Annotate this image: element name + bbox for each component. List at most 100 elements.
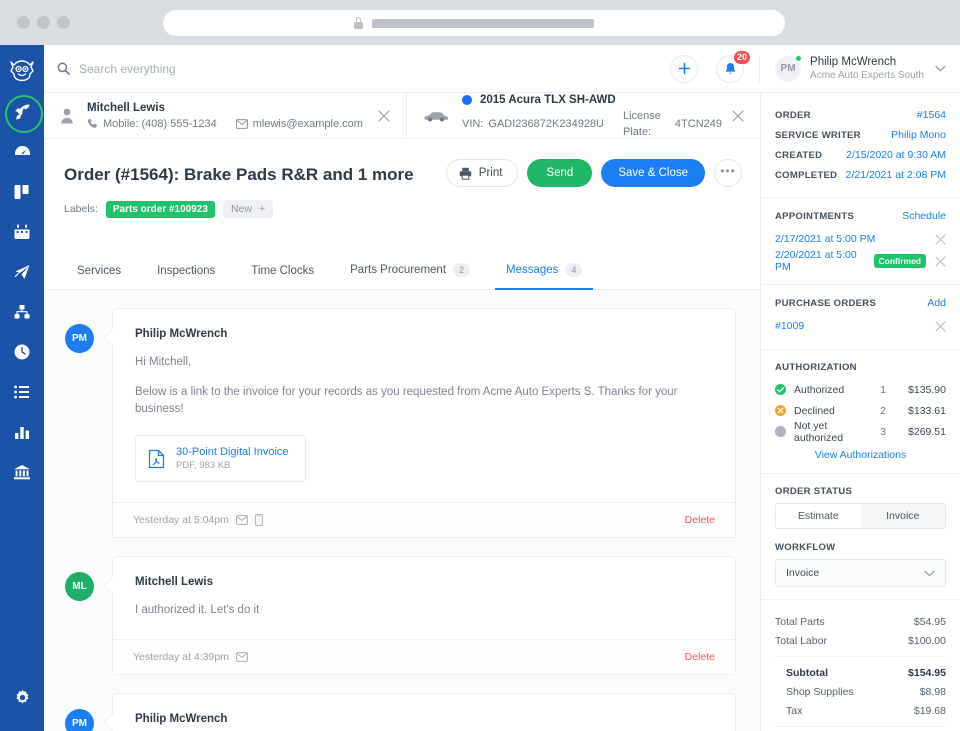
envelope-icon [236,515,248,525]
search-input[interactable] [79,61,379,76]
authorization-amount: $133.61 [908,404,946,417]
meta-value-completed[interactable]: 2/21/2021 at 2:08 PM [846,169,946,181]
print-button[interactable]: Print [445,159,519,187]
rail-item-accounting[interactable] [0,452,44,492]
search-container[interactable] [57,61,670,76]
window-close-dot[interactable] [17,16,30,29]
send-button[interactable]: Send [527,159,593,187]
rail-item-sitemap[interactable] [0,292,44,332]
lock-icon [354,17,363,29]
rail-item-calendar[interactable] [0,212,44,252]
online-status-dot [795,54,803,62]
meta-row-order: ORDER #1564 [775,105,946,125]
tab-services[interactable]: Services [66,265,132,289]
rail-item-timeclock[interactable] [0,332,44,372]
delete-message-button[interactable]: Delete [685,514,715,526]
close-icon[interactable] [378,110,390,122]
tab-time-clocks[interactable]: Time Clocks [240,265,325,289]
meta-value-service-writer[interactable]: Philip Mono [891,129,946,141]
purchase-order-id[interactable]: #1009 [775,320,804,332]
authorization-row-pending: Not yet authorized 3 $269.51 [775,420,946,444]
attachment-card[interactable]: 30-Point Digital Invoice PDF, 983 KB [135,435,306,482]
more-options-button[interactable]: ••• [714,159,742,187]
message-item: PM Philip McWrench Hi Mitchell, Below is… [65,693,736,731]
vehicle-plate: License Plate: 4TCN249 [623,108,722,140]
message-author: Philip McWrench [135,713,228,725]
rail-item-rocket[interactable] [0,92,44,133]
meta-row-created: CREATED 2/15/2020 at 9:30 AM [775,145,946,165]
order-side-panel[interactable]: ORDER #1564 SERVICE WRITER Philip Mono C… [760,93,960,731]
section-title: APPOINTMENTS [775,210,855,222]
rail-item-settings[interactable] [0,677,44,717]
left-nav-rail [0,45,44,731]
order-status-estimate-button[interactable]: Estimate [776,504,861,528]
purchase-order-row: #1009 [775,315,946,337]
customer-phone-text: Mobile: (408) 555-1234 [103,117,217,130]
close-icon[interactable] [935,320,946,332]
customer-phone: Mobile: (408) 555-1234 [87,116,217,132]
window-maximize-dot[interactable] [57,16,70,29]
add-label-button[interactable]: New + [222,200,274,218]
message-bubble: Mitchell Lewis I authorized it. Let's do… [112,556,736,675]
tab-messages[interactable]: Messages 4 [495,263,594,290]
message-bubble: Philip McWrench Hi Mitchell, Below is a … [112,693,736,731]
vehicle-card[interactable]: 2015 Acura TLX SH-AWD VIN: GADI236872K23… [407,93,760,139]
close-icon[interactable] [935,255,946,267]
avatar: PM [65,324,94,353]
tab-inspections[interactable]: Inspections [146,265,226,289]
rail-item-reports[interactable] [0,412,44,452]
message-item: PM Philip McWrench Hi Mitchell, Below is… [65,308,736,538]
board-icon [13,183,31,201]
window-controls[interactable] [17,16,70,29]
message-feed[interactable]: PM Philip McWrench Hi Mitchell, Below is… [44,290,760,731]
close-icon[interactable] [732,110,744,122]
total-value: $8.98 [919,685,946,698]
rail-item-messages[interactable] [0,252,44,292]
order-status-toggle[interactable]: Estimate Invoice [775,503,946,529]
tab-label: Inspections [157,265,216,277]
delete-message-button[interactable]: Delete [685,651,715,663]
workflow-value: Invoice [786,567,820,579]
order-status-invoice-button[interactable]: Invoice [860,504,945,528]
add-button[interactable] [670,54,699,83]
context-strip: Mitchell Lewis Mobile: (408) 555-1234 ml… [44,93,760,139]
rail-item-list[interactable] [0,372,44,412]
meta-value-order-number[interactable]: #1564 [917,109,946,121]
save-and-close-button[interactable]: Save & Close [601,159,705,187]
app-window: 20 PM Philip McWrench Acme Auto Experts … [0,45,960,731]
meta-value-created[interactable]: 2/15/2020 at 9:30 AM [846,149,946,161]
window-minimize-dot[interactable] [37,16,50,29]
chevron-down-icon[interactable] [935,65,946,72]
monkey-logo[interactable] [9,57,35,83]
total-label: Total Parts [775,615,825,628]
print-label: Print [478,167,503,179]
workflow-select[interactable]: Invoice [775,559,946,587]
total-row-subtotal: Subtotal $154.95 [775,663,946,682]
order-meta-section: ORDER #1564 SERVICE WRITER Philip Mono C… [761,93,960,198]
tab-parts-procurement[interactable]: Parts Procurement 2 [339,263,481,289]
divider [775,656,946,657]
customer-card[interactable]: Mitchell Lewis Mobile: (408) 555-1234 ml… [44,93,407,139]
user-menu[interactable]: PM Philip McWrench Acme Auto Experts Sou… [775,54,946,82]
avatar-initials: PM [780,63,796,74]
notifications-button[interactable]: 20 [716,49,752,83]
customer-email: mlewis@example.com [235,116,363,132]
authorization-amount: $135.90 [908,383,946,396]
label-chip-parts-order[interactable]: Parts order #100923 [105,200,215,218]
meta-key: ORDER [775,109,811,121]
add-purchase-order-button[interactable]: Add [927,297,946,309]
rail-item-board[interactable] [0,172,44,212]
customer-email-text: mlewis@example.com [252,117,363,130]
appointments-header: APPOINTMENTS Schedule [775,210,946,222]
vehicle-name-row: 2015 Acura TLX SH-AWD [462,93,722,108]
address-bar[interactable] [163,10,785,36]
vin-value: GADI236872K234928U [488,117,604,130]
view-authorizations-link[interactable]: View Authorizations [775,449,946,461]
authorization-label: Authorized [794,383,845,396]
total-label: Tax [786,704,803,717]
appointment-date[interactable]: 2/20/2021 at 5:00 PM [775,249,874,273]
close-icon[interactable] [935,233,946,245]
schedule-appointment-button[interactable]: Schedule [902,210,946,222]
rail-item-dashboard[interactable] [0,132,44,172]
appointment-date[interactable]: 2/17/2021 at 5:00 PM [775,233,875,245]
